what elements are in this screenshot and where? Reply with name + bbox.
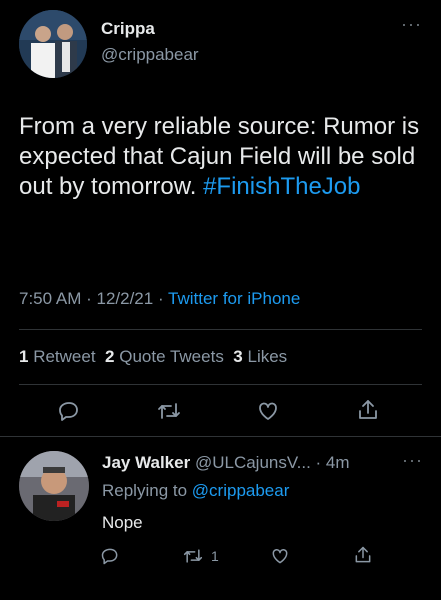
reply-retweet-icon[interactable] — [182, 546, 204, 566]
reply-time[interactable]: 4m — [326, 453, 350, 472]
tweet-text: From a very reliable source: Rumor is ex… — [19, 112, 424, 202]
reply-author-handle[interactable]: @ULCajunsV... — [195, 453, 311, 472]
meta-separator: · — [81, 289, 97, 308]
tweet-meta: 7:50 AM · 12/2/21 · Twitter for iPhone — [19, 289, 300, 309]
retweet-icon[interactable] — [156, 399, 182, 423]
author-name[interactable]: Crippa — [101, 19, 155, 39]
reply-icon[interactable] — [57, 399, 81, 423]
replying-handle[interactable]: @crippabear — [192, 481, 290, 500]
hashtag-link[interactable]: #FinishTheJob — [203, 173, 360, 200]
reply-share-icon[interactable] — [353, 545, 373, 565]
reply-more-icon[interactable]: ··· — [402, 450, 423, 471]
author-avatar[interactable] — [19, 10, 87, 78]
like-stat[interactable]: 3 Likes — [233, 347, 287, 366]
meta-separator: · — [153, 289, 169, 308]
retweet-stat[interactable]: 1 Retweet — [19, 347, 96, 366]
divider — [19, 384, 422, 385]
reply-retweet-count: 1 — [211, 548, 219, 564]
reply-author-avatar[interactable] — [19, 451, 89, 521]
divider — [19, 329, 422, 330]
like-icon[interactable] — [256, 399, 280, 423]
divider — [0, 436, 441, 437]
tweet-stats: 1 Retweet 2 Quote Tweets 3 Likes — [19, 347, 287, 367]
quote-stat[interactable]: 2 Quote Tweets — [105, 347, 224, 366]
reply-reply-icon[interactable] — [100, 546, 120, 566]
reply-author-name[interactable]: Jay Walker — [102, 453, 190, 472]
share-icon[interactable] — [356, 398, 380, 422]
reply-like-icon[interactable] — [270, 546, 290, 566]
replying-prefix: Replying to — [102, 481, 188, 500]
tweet-time[interactable]: 7:50 AM — [19, 289, 81, 308]
author-handle[interactable]: @crippabear — [101, 45, 199, 65]
more-icon[interactable]: ··· — [401, 14, 422, 35]
tweet-date[interactable]: 12/2/21 — [96, 289, 153, 308]
tweet-source[interactable]: Twitter for iPhone — [168, 289, 300, 308]
replying-to: Replying to @crippabear — [102, 481, 289, 501]
meta-separator: · — [310, 453, 326, 472]
reply-text: Nope — [102, 513, 143, 532]
reply-header: Jay Walker @ULCajunsV... · 4m — [102, 453, 350, 473]
